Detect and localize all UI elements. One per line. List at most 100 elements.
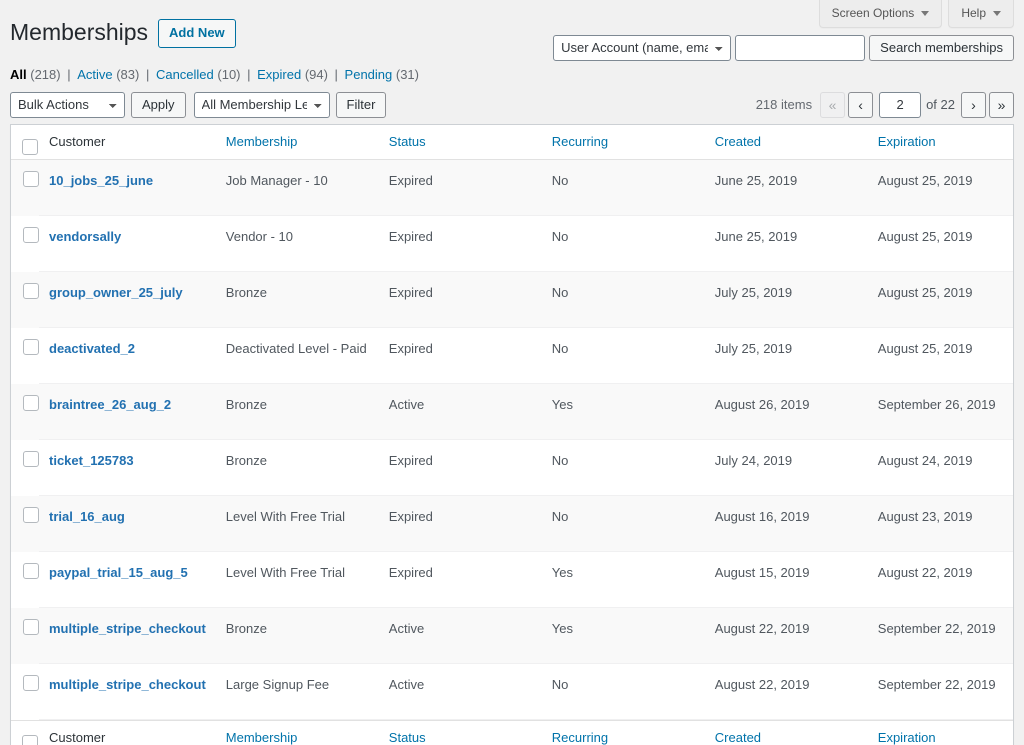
row-checkbox[interactable]: [22, 338, 39, 355]
cell-membership: Bronze: [215, 384, 379, 441]
cell-customer: paypal_trial_15_aug_5: [39, 552, 216, 609]
sort-link-created-footer[interactable]: Created: [715, 730, 761, 745]
next-page-button-top[interactable]: ›: [961, 91, 986, 118]
status-filter-link-pending[interactable]: Pending: [345, 67, 393, 82]
search-memberships-button[interactable]: Search memberships: [869, 35, 1014, 61]
row-checkbox[interactable]: [22, 282, 39, 299]
sort-link-recurring[interactable]: Recurring: [552, 134, 608, 149]
table-body: 10_jobs_25_june Job Manager - 10 Expired No…: [11, 160, 1013, 721]
column-header-expiration[interactable]: Expiration: [867, 124, 1013, 161]
status-filter-link-all[interactable]: All: [10, 67, 27, 82]
customer-link[interactable]: multiple_stripe_checkout: [49, 677, 206, 692]
sort-link-membership-footer[interactable]: Membership: [226, 730, 298, 745]
filter-button[interactable]: Filter: [335, 91, 387, 118]
current-page-input[interactable]: [879, 91, 922, 118]
column-footer-status[interactable]: Status: [378, 720, 542, 745]
prev-page-button-top[interactable]: ‹: [848, 91, 874, 118]
status-filter-link-expired[interactable]: Expired: [257, 67, 301, 82]
row-checkbox[interactable]: [22, 450, 39, 467]
customer-link[interactable]: braintree_26_aug_2: [49, 397, 171, 412]
row-checkbox[interactable]: [22, 562, 39, 579]
customer-link[interactable]: group_owner_25_july: [49, 285, 183, 300]
table-row[interactable]: 10_jobs_25_june Job Manager - 10 Expired No…: [11, 160, 1013, 217]
column-header-customer: Customer: [39, 124, 216, 161]
status-filter-link-active[interactable]: Active: [77, 67, 112, 82]
customer-link[interactable]: 10_jobs_25_june: [49, 173, 153, 188]
page-title: Memberships: [10, 19, 149, 45]
screen-options-button[interactable]: Screen Options: [818, 0, 943, 28]
cell-customer: multiple_stripe_checkout: [39, 664, 216, 721]
table-row[interactable]: paypal_trial_15_aug_5 Level With Free Tri…: [11, 552, 1013, 609]
cell-customer: group_owner_25_july: [39, 272, 216, 329]
table-row[interactable]: multiple_stripe_checkout Large Signup Fee…: [11, 664, 1013, 721]
sort-link-recurring-footer[interactable]: Recurring: [552, 730, 608, 745]
last-page-button-top[interactable]: »: [989, 91, 1014, 118]
bulk-actions-select-top[interactable]: Bulk Actions: [10, 91, 125, 118]
cell-customer: ticket_125783: [39, 440, 216, 497]
table-row[interactable]: vendorsally Vendor - 10 Expired No June 25, …: [11, 216, 1013, 273]
column-header-created[interactable]: Created: [704, 124, 868, 161]
first-page-button-top: «: [820, 91, 846, 118]
customer-link[interactable]: multiple_stripe_checkout: [49, 621, 206, 636]
cell-status: Active: [378, 384, 542, 441]
customer-link[interactable]: vendorsally: [49, 229, 121, 244]
row-checkbox[interactable]: [22, 618, 39, 635]
sort-link-membership[interactable]: Membership: [226, 134, 298, 149]
membership-level-select[interactable]: All Membership Levels: [193, 91, 330, 118]
column-footer-expiration[interactable]: Expiration: [867, 720, 1013, 745]
cell-customer: multiple_stripe_checkout: [39, 608, 216, 665]
cell-expiration: September 22, 2019: [867, 608, 1013, 665]
cell-expiration: August 24, 2019: [867, 440, 1013, 497]
level-filter-group: All Membership Levels Filter: [193, 91, 387, 118]
help-button[interactable]: Help: [948, 0, 1014, 28]
table-row[interactable]: ticket_125783 Bronze Expired No July 24, 201…: [11, 440, 1013, 497]
sort-link-expiration[interactable]: Expiration: [878, 134, 936, 149]
row-checkbox[interactable]: [22, 170, 39, 187]
column-header-membership[interactable]: Membership: [215, 124, 379, 161]
add-new-button[interactable]: Add New: [158, 18, 236, 49]
screen-options-label: Screen Options: [831, 6, 915, 20]
bulk-actions-group-top: Bulk Actions Apply: [10, 91, 186, 118]
select-all-checkbox-top[interactable]: [22, 138, 38, 155]
column-header-status[interactable]: Status: [378, 124, 542, 161]
customer-link[interactable]: trial_16_aug: [49, 509, 125, 524]
sort-link-status[interactable]: Status: [389, 134, 426, 149]
row-checkbox[interactable]: [22, 394, 39, 411]
row-checkbox[interactable]: [22, 226, 39, 243]
column-footer-recurring[interactable]: Recurring: [541, 720, 705, 745]
row-checkbox[interactable]: [22, 674, 39, 691]
cell-customer: braintree_26_aug_2: [39, 384, 216, 441]
row-select-cell: [11, 664, 39, 720]
sort-link-status-footer[interactable]: Status: [389, 730, 426, 745]
table-row[interactable]: trial_16_aug Level With Free Trial Expired…: [11, 496, 1013, 553]
table-row[interactable]: deactivated_2 Deactivated Level - Paid Exp…: [11, 328, 1013, 385]
cell-membership: Vendor - 10: [215, 216, 379, 273]
table-row[interactable]: braintree_26_aug_2 Bronze Active Yes August …: [11, 384, 1013, 441]
sort-link-created[interactable]: Created: [715, 134, 761, 149]
customer-link[interactable]: deactivated_2: [49, 341, 135, 356]
customer-link[interactable]: paypal_trial_15_aug_5: [49, 565, 188, 580]
row-checkbox[interactable]: [22, 506, 39, 523]
customer-link[interactable]: ticket_125783: [49, 453, 134, 468]
cell-membership: Bronze: [215, 440, 379, 497]
sort-link-expiration-footer[interactable]: Expiration: [878, 730, 936, 745]
cell-status: Expired: [378, 216, 542, 273]
apply-button-top[interactable]: Apply: [131, 91, 186, 118]
search-type-select[interactable]: User Account (name, email, login): [553, 35, 732, 61]
row-select-cell: [11, 216, 39, 272]
table-row[interactable]: group_owner_25_july Bronze Expired No July 2…: [11, 272, 1013, 329]
column-header-recurring[interactable]: Recurring: [541, 124, 705, 161]
paging-input-top: of 22: [879, 91, 955, 118]
column-footer-created[interactable]: Created: [704, 720, 868, 745]
search-input[interactable]: [735, 35, 866, 61]
cell-created: June 25, 2019: [704, 216, 868, 273]
table-row[interactable]: multiple_stripe_checkout Bronze Active Yes A…: [11, 608, 1013, 665]
cell-expiration: September 22, 2019: [867, 664, 1013, 721]
select-all-checkbox-bottom[interactable]: [22, 735, 38, 745]
row-select-cell: [11, 384, 39, 440]
cell-expiration: August 22, 2019: [867, 552, 1013, 609]
status-filter-link-cancelled[interactable]: Cancelled: [156, 67, 214, 82]
cell-created: August 16, 2019: [704, 496, 868, 553]
cell-created: July 25, 2019: [704, 272, 868, 329]
column-footer-membership[interactable]: Membership: [215, 720, 379, 745]
